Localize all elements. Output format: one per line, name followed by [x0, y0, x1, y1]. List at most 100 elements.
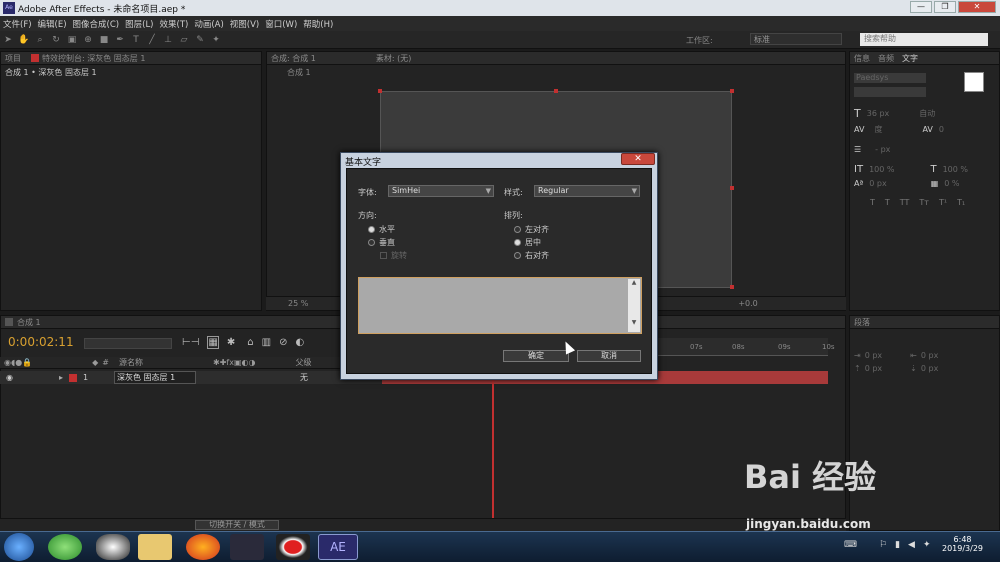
font-style-select[interactable] [854, 87, 926, 97]
frame-blending-icon[interactable]: ⌂ [247, 337, 253, 348]
menu-effect[interactable]: 效果(T) [157, 18, 192, 30]
ok-button[interactable]: 确定 [503, 350, 569, 362]
faux-bold-icon[interactable]: T [870, 198, 875, 207]
playhead[interactable] [492, 356, 494, 531]
visibility-eye-icon[interactable]: ◉ [6, 373, 13, 382]
help-search-input[interactable]: 搜索帮助 [860, 33, 988, 46]
font-family-select[interactable]: Paedsys [854, 73, 926, 83]
menu-layer[interactable]: 图层(L) [122, 18, 156, 30]
baseline-value[interactable]: 0 px [869, 179, 886, 188]
flag-icon[interactable]: ⚐ [879, 540, 887, 550]
tab-text[interactable]: 文字 [902, 53, 918, 64]
menu-help[interactable]: 帮助(H) [300, 18, 336, 30]
menu-composition[interactable]: 图像合成(C) [70, 18, 123, 30]
tab-paragraph[interactable]: 段落 [854, 317, 870, 328]
menu-edit[interactable]: 编辑(E) [35, 18, 70, 30]
text-tool-icon[interactable]: T [130, 34, 142, 46]
network-icon[interactable]: ▮ [895, 540, 900, 550]
rectangle-tool-icon[interactable]: ■ [98, 34, 110, 46]
vertical-scale-value[interactable]: 100 % [869, 165, 894, 174]
scroll-down-icon[interactable]: ▼ [628, 319, 640, 326]
transform-handle[interactable] [730, 285, 734, 289]
radio-horizontal[interactable]: 水平 [368, 224, 395, 235]
horizontal-scale-value[interactable]: 100 % [943, 165, 968, 174]
tab-project[interactable]: 项目 [5, 53, 21, 64]
minimize-button[interactable]: — [910, 1, 932, 13]
keyboard-icon[interactable]: ⌨ [844, 540, 857, 550]
menu-window[interactable]: 窗口(W) [262, 18, 300, 30]
rotate-tool-icon[interactable]: ↻ [50, 34, 62, 46]
menu-file[interactable]: 文件(F) [0, 18, 35, 30]
transform-handle[interactable] [378, 89, 382, 93]
faux-italic-icon[interactable]: T [885, 198, 890, 207]
transform-handle[interactable] [554, 89, 558, 93]
space-after-value[interactable]: 0 px [921, 364, 938, 373]
menu-animation[interactable]: 动画(A) [191, 18, 226, 30]
draft-3d-icon[interactable]: ▦ [207, 336, 219, 349]
expand-triangle-icon[interactable]: ▸ [59, 373, 63, 382]
parent-header[interactable]: 父级 [295, 357, 311, 368]
clone-tool-icon[interactable]: ⊥ [162, 34, 174, 46]
tab-effect-controls[interactable]: 特效控制台: 深灰色 固态层 1 [42, 53, 145, 64]
indent-right-value[interactable]: 0 px [921, 351, 938, 360]
firefox-icon[interactable] [186, 534, 220, 560]
font-select[interactable]: SimHei ▼ [388, 185, 494, 197]
hide-shy-icon[interactable]: ✱ [227, 337, 235, 348]
maximize-button[interactable]: ❐ [934, 1, 956, 13]
stroke-width-value[interactable]: - px [875, 145, 890, 154]
all-caps-icon[interactable]: TT [900, 198, 910, 207]
camera-tool-icon[interactable]: ▣ [66, 34, 78, 46]
app-360-icon[interactable] [48, 534, 82, 560]
radio-align-center[interactable]: 居中 [514, 237, 541, 248]
parent-value[interactable]: 无 [300, 372, 308, 383]
motion-blur-icon[interactable]: ▥ [262, 337, 271, 348]
start-button[interactable] [4, 533, 34, 561]
radio-vertical[interactable]: 垂直 [368, 237, 395, 248]
zoom-select[interactable]: 25 % [288, 299, 308, 308]
scroll-up-icon[interactable]: ▲ [628, 279, 640, 286]
pan-behind-tool-icon[interactable]: ⊕ [82, 34, 94, 46]
subscript-icon[interactable]: T₁ [957, 198, 965, 207]
radio-align-right[interactable]: 右对齐 [514, 250, 549, 261]
timeline-search-input[interactable] [84, 338, 172, 349]
file-explorer-icon[interactable] [138, 534, 172, 560]
selection-tool-icon[interactable]: ➤ [2, 34, 14, 46]
menu-view[interactable]: 视图(V) [227, 18, 262, 30]
tsume-value[interactable]: 0 % [944, 179, 959, 188]
graph-editor-icon[interactable]: ⊘ [279, 337, 287, 348]
style-select[interactable]: Regular ▼ [534, 185, 640, 197]
roto-tool-icon[interactable]: ✎ [194, 34, 206, 46]
taskbar-clock[interactable]: 6:48 2019/3/29 [942, 535, 983, 553]
close-button[interactable]: ✕ [958, 1, 996, 13]
comp-mini-flowchart-icon[interactable]: ⊢⊣ [182, 337, 199, 348]
workspace-select[interactable]: 标准 [750, 33, 842, 45]
pen-tool-icon[interactable]: ✒ [114, 34, 126, 46]
tab-footage[interactable]: 素材: (无) [376, 53, 411, 64]
tracking-value[interactable]: 0 [939, 125, 944, 134]
leading-value[interactable]: 自动 [919, 108, 935, 119]
transform-handle[interactable] [730, 186, 734, 190]
toggle-switches-modes-button[interactable]: 切换开关 / 模式 [195, 520, 279, 530]
font-size-value[interactable]: 36 px [867, 109, 890, 118]
space-before-value[interactable]: 0 px [865, 364, 882, 373]
volume-icon[interactable]: ◀ [908, 540, 915, 550]
source-name-header[interactable]: 源名称 [119, 357, 143, 368]
tab-timeline-comp[interactable]: 合成 1 [17, 317, 41, 328]
superscript-icon[interactable]: T¹ [939, 198, 947, 207]
tab-composition[interactable]: 合成: 合成 1 [271, 53, 316, 64]
fill-color-swatch[interactable] [964, 72, 984, 92]
layer-label-color[interactable] [69, 373, 77, 382]
indent-left-value[interactable]: 0 px [865, 351, 882, 360]
hand-tool-icon[interactable]: ✋ [18, 34, 30, 46]
layer-name[interactable]: 深灰色 固态层 1 [114, 371, 196, 384]
tab-info[interactable]: 信息 [854, 53, 870, 64]
brush-tool-icon[interactable]: ╱ [146, 34, 158, 46]
transform-handle[interactable] [730, 89, 734, 93]
small-caps-icon[interactable]: Tт [919, 198, 929, 207]
exposure-value[interactable]: +0.0 [738, 299, 757, 308]
eraser-tool-icon[interactable]: ▱ [178, 34, 190, 46]
cancel-button[interactable]: 取消 [577, 350, 641, 362]
brainstorm-icon[interactable]: ◐ [295, 337, 304, 348]
video-editor-icon[interactable] [230, 534, 264, 560]
text-input-area[interactable] [358, 277, 642, 334]
